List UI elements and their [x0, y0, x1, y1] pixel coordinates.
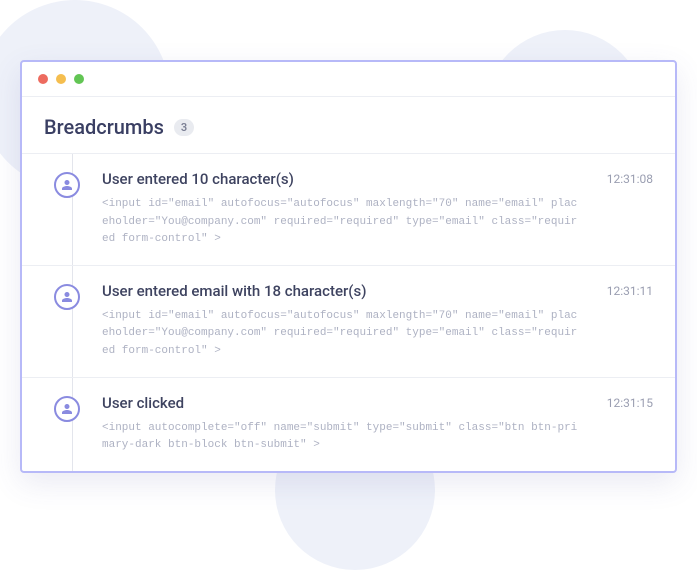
entry-body: User entered email with 18 character(s) … — [102, 282, 593, 361]
timeline-entry: User entered 10 character(s) <input id="… — [22, 153, 675, 265]
entry-body: User clicked <input autocomplete="off" n… — [102, 394, 593, 455]
entry-icon-wrap — [22, 170, 102, 249]
window-maximize-icon[interactable] — [74, 74, 84, 84]
entry-title: User entered email with 18 character(s) — [102, 282, 581, 300]
entry-title: User entered 10 character(s) — [102, 170, 581, 188]
entry-body: User entered 10 character(s) <input id="… — [102, 170, 593, 249]
entry-title: User clicked — [102, 394, 581, 412]
user-icon — [54, 172, 80, 198]
timeline-entry: User entered email with 18 character(s) … — [22, 265, 675, 377]
entry-code: <input id="email" autofocus="autofocus" … — [102, 308, 581, 361]
app-window: Breadcrumbs 3 User entered 10 character(… — [20, 60, 677, 473]
entry-icon-wrap — [22, 282, 102, 361]
entry-timestamp: 12:31:08 — [593, 170, 653, 249]
entry-timestamp: 12:31:11 — [593, 282, 653, 361]
section-header: Breadcrumbs 3 — [22, 97, 675, 153]
breadcrumb-timeline: User entered 10 character(s) <input id="… — [22, 153, 675, 471]
count-badge: 3 — [174, 119, 194, 136]
titlebar — [22, 62, 675, 97]
window-close-icon[interactable] — [38, 74, 48, 84]
window-minimize-icon[interactable] — [56, 74, 66, 84]
entry-timestamp: 12:31:15 — [593, 394, 653, 455]
entry-code: <input id="email" autofocus="autofocus" … — [102, 196, 581, 249]
user-icon — [54, 396, 80, 422]
timeline-entry: User clicked <input autocomplete="off" n… — [22, 377, 675, 471]
entry-icon-wrap — [22, 394, 102, 455]
user-icon — [54, 284, 80, 310]
entry-code: <input autocomplete="off" name="submit" … — [102, 420, 581, 455]
page-title: Breadcrumbs — [44, 115, 164, 139]
